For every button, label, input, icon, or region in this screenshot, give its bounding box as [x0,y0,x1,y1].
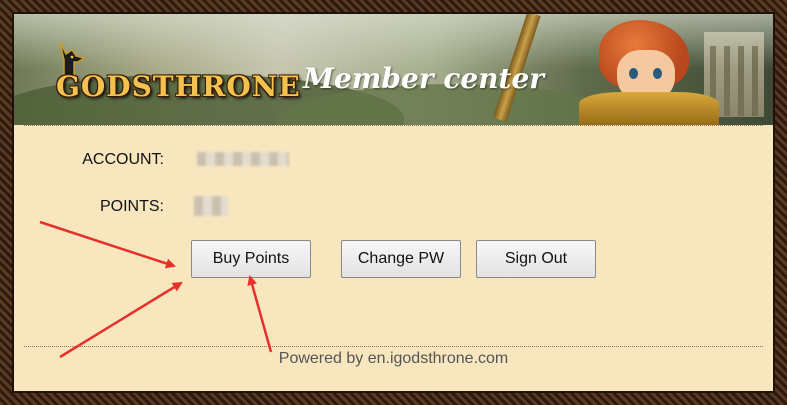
footer-divider [24,346,763,347]
account-label: ACCOUNT: [82,151,164,168]
hero-character-illustration [579,14,719,125]
header-divider [24,125,763,126]
hero-eye [653,68,662,79]
change-password-button[interactable]: Change PW [341,240,461,278]
member-center-panel: GODSTHRONE Member center ACCOUNT: POINTS… [14,14,773,391]
hero-eye [629,68,638,79]
header-banner: GODSTHRONE Member center [14,14,773,125]
page-title: Member center [303,62,545,95]
powered-by-text: Powered by en.igodsthrone.com [278,350,509,367]
logo-text: GODSTHRONE [56,70,301,103]
godsthrone-logo: GODSTHRONE [42,40,300,103]
points-label: POINTS: [99,198,164,215]
account-value-redacted [197,152,289,166]
buy-points-button[interactable]: Buy Points [191,240,311,278]
points-value-redacted [194,196,228,216]
sign-out-button[interactable]: Sign Out [476,240,596,278]
hero-armor [579,92,719,125]
